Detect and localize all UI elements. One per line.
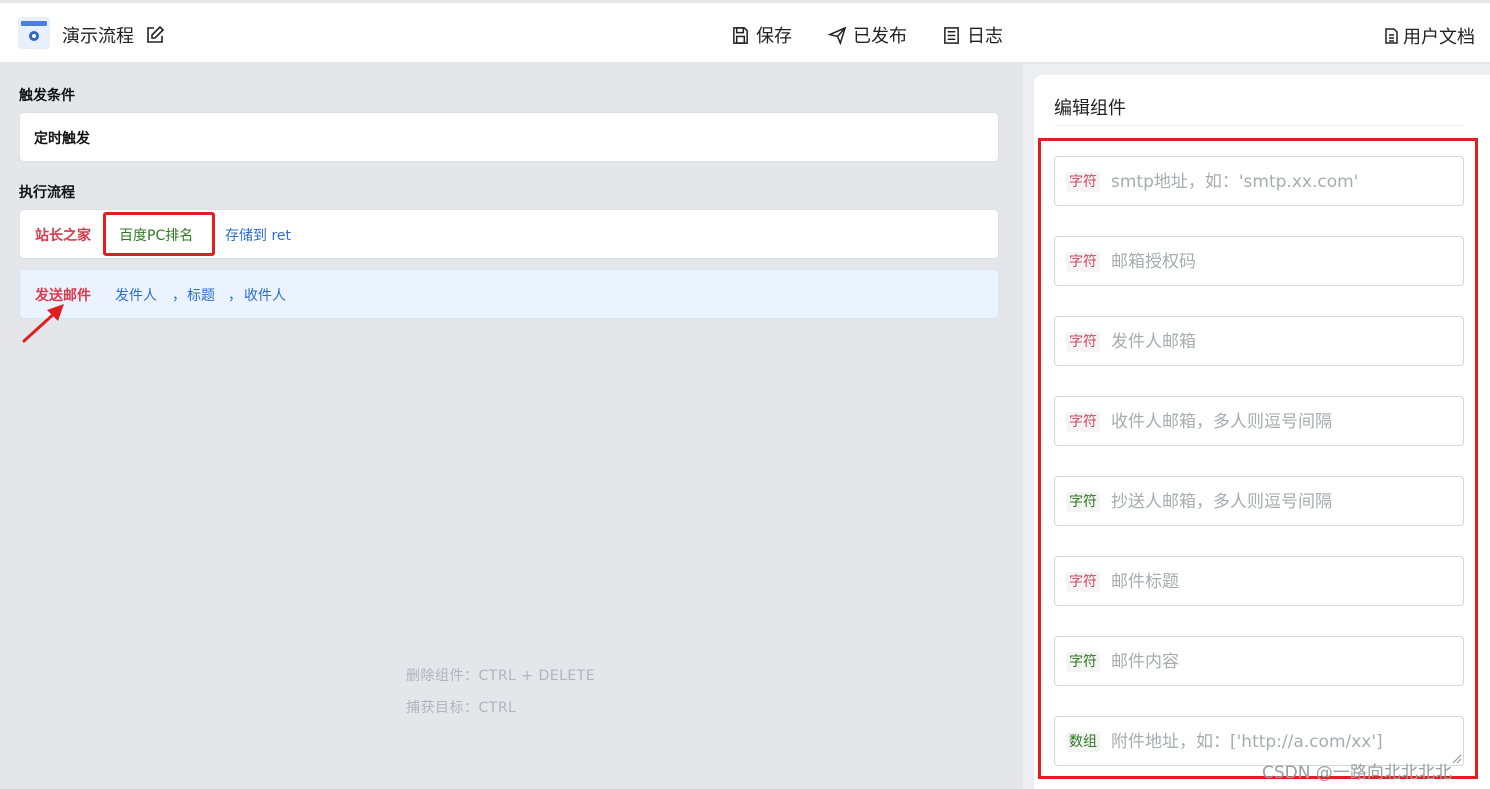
publish-button[interactable]: 已发布 <box>828 22 907 48</box>
step-param[interactable]: 收件人 <box>244 285 286 305</box>
document-icon <box>1385 28 1398 44</box>
save-icon <box>733 26 748 44</box>
top-header: 演示流程 保存 已发布 日志 用户文档 <box>0 3 1490 63</box>
send-icon <box>828 26 847 45</box>
annotation-highlight-box <box>103 212 215 256</box>
capture-shortcut-hint: 捕获目标：CTRL <box>406 700 517 716</box>
user-docs-label: 用户文档 <box>1403 27 1475 48</box>
annotation-red-frame <box>1038 138 1478 779</box>
publish-label: 已发布 <box>853 26 907 47</box>
flow-section-label: 执行流程 <box>19 185 75 201</box>
step-component-name[interactable]: 站长之家 <box>35 225 91 245</box>
save-label: 保存 <box>756 26 792 47</box>
edit-icon[interactable] <box>145 25 165 45</box>
log-label: 日志 <box>967 26 1003 47</box>
editor-divider <box>1054 125 1464 126</box>
step-param[interactable]: 标题 <box>187 285 215 305</box>
trigger-card[interactable]: 定时触发 <box>19 112 999 162</box>
step-output[interactable]: 存储到 ret <box>225 225 291 245</box>
trigger-section-label: 触发条件 <box>19 88 75 104</box>
step-param[interactable]: 发件人 <box>115 285 157 305</box>
user-docs-link[interactable]: 用户文档 <box>1384 23 1475 49</box>
editor-title: 编辑组件 <box>1054 98 1126 119</box>
flow-title: 演示流程 <box>62 26 134 47</box>
step-separator: ， <box>228 288 242 304</box>
save-button[interactable]: 保存 <box>731 22 792 48</box>
trigger-value: 定时触发 <box>34 131 90 147</box>
app-logo-icon <box>18 17 50 49</box>
watermark: CSDN @一路向北北北北 <box>1262 763 1452 783</box>
log-button[interactable]: 日志 <box>942 22 1003 48</box>
step-separator: ， <box>172 288 186 304</box>
delete-shortcut-hint: 删除组件：CTRL + DELETE <box>406 668 596 684</box>
log-icon <box>944 26 959 44</box>
flow-step-card-selected[interactable]: 发送邮件 发件人 ， 标题 ， 收件人 <box>19 269 999 319</box>
annotation-arrow-icon <box>22 304 64 343</box>
